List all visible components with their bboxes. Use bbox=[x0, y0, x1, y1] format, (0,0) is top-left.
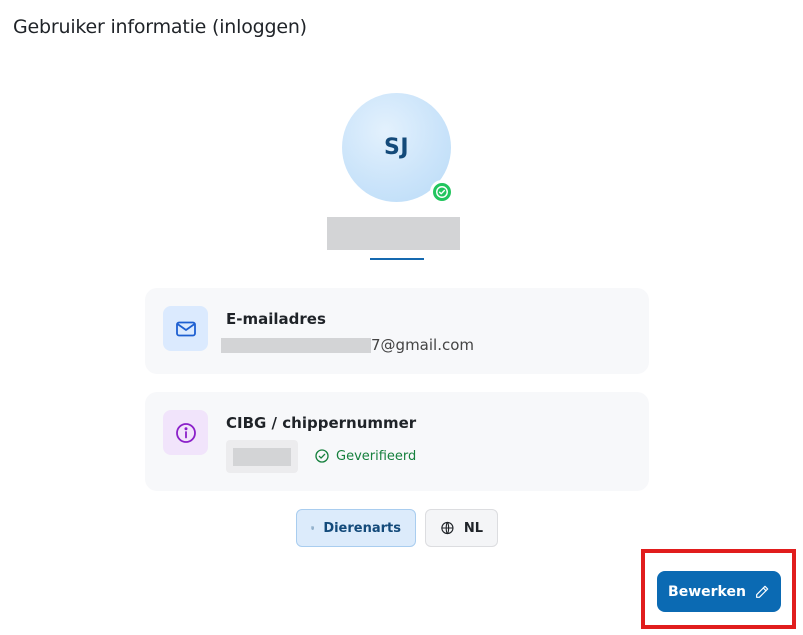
online-status-badge bbox=[430, 180, 454, 204]
cibg-label: CIBG / chippernummer bbox=[226, 414, 417, 432]
cibg-card: CIBG / chippernummer Geverifieerd bbox=[145, 392, 649, 491]
info-icon bbox=[175, 422, 196, 443]
email-card: E-mailadres 7@gmail.com bbox=[145, 288, 649, 374]
chip-number-box bbox=[226, 440, 298, 473]
language-label: NL bbox=[463, 520, 483, 536]
email-value: 7@gmail.com bbox=[221, 336, 474, 354]
check-circle-icon bbox=[315, 449, 329, 463]
globe-icon bbox=[441, 521, 454, 535]
email-redacted bbox=[221, 337, 371, 353]
edit-button[interactable]: Bewerken bbox=[657, 571, 781, 612]
edit-button-label: Bewerken bbox=[668, 583, 746, 600]
check-circle-icon bbox=[436, 186, 448, 198]
name-underline bbox=[370, 258, 424, 260]
cibg-icon-box bbox=[163, 410, 208, 455]
email-label: E-mailadres bbox=[226, 310, 326, 328]
email-suffix: 7@gmail.com bbox=[371, 336, 475, 354]
chip-number-redacted bbox=[233, 447, 291, 466]
email-icon-box bbox=[163, 306, 208, 351]
page-title: Gebruiker informatie (inloggen) bbox=[13, 16, 307, 38]
pencil-icon bbox=[756, 585, 769, 598]
verified-label: Geverifieerd bbox=[336, 448, 417, 464]
building-icon bbox=[311, 526, 314, 530]
avatar-initials: SJ bbox=[383, 135, 410, 160]
role-badge: Dierenarts bbox=[296, 509, 416, 547]
language-badge: NL bbox=[425, 509, 498, 547]
mail-icon bbox=[175, 321, 196, 336]
user-name-redacted bbox=[327, 217, 460, 250]
verified-status: Geverifieerd bbox=[314, 448, 416, 464]
role-label: Dierenarts bbox=[323, 520, 401, 536]
